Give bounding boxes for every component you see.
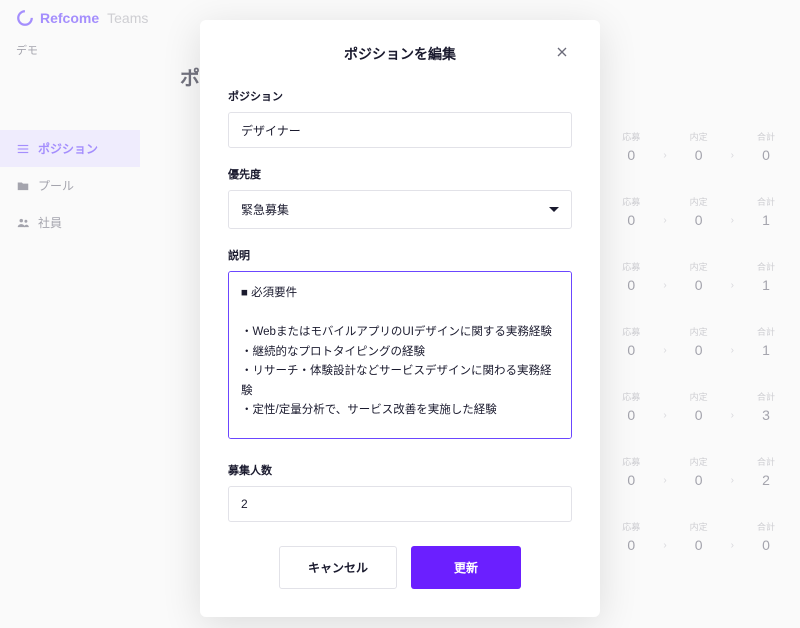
- priority-select[interactable]: 緊急募集: [228, 190, 572, 229]
- priority-label: 優先度: [228, 166, 572, 182]
- cancel-button[interactable]: キャンセル: [279, 546, 397, 589]
- field-headcount: 募集人数: [228, 462, 572, 522]
- headcount-input[interactable]: [228, 486, 572, 522]
- position-input[interactable]: [228, 112, 572, 148]
- priority-value: 緊急募集: [241, 201, 289, 218]
- submit-button[interactable]: 更新: [411, 546, 521, 589]
- description-textarea[interactable]: [228, 271, 572, 439]
- field-position: ポジション: [228, 88, 572, 148]
- field-priority: 優先度 緊急募集: [228, 166, 572, 229]
- close-icon[interactable]: [554, 44, 572, 62]
- edit-position-modal: ポジションを編集 ポジション 優先度 緊急募集 説明 募集人数 キャンセル 更新: [200, 20, 600, 617]
- description-label: 説明: [228, 247, 572, 263]
- modal-actions: キャンセル 更新: [228, 546, 572, 589]
- modal-title: ポジションを編集: [344, 44, 456, 64]
- chevron-down-icon: [549, 207, 559, 212]
- field-description: 説明: [228, 247, 572, 444]
- position-label: ポジション: [228, 88, 572, 104]
- headcount-label: 募集人数: [228, 462, 572, 478]
- modal-header: ポジションを編集: [228, 44, 572, 64]
